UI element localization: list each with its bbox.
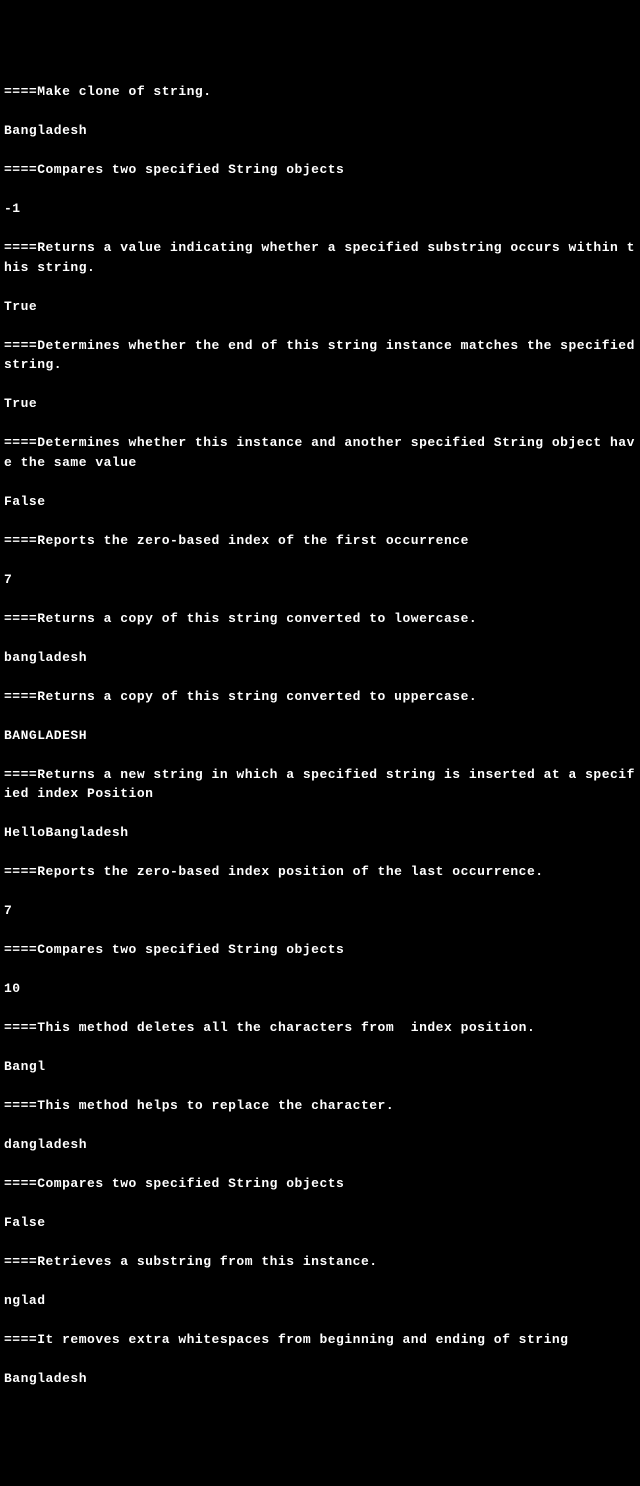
- console-line: [4, 1194, 636, 1214]
- console-output: ====Make clone of string. Bangladesh ====C…: [4, 82, 636, 1389]
- console-line: [4, 1311, 636, 1331]
- console-line: [4, 1077, 636, 1097]
- console-line: ====This method deletes all the characte…: [4, 1018, 636, 1038]
- console-line: ====Compares two specified String object…: [4, 160, 636, 180]
- console-line: [4, 316, 636, 336]
- console-line: [4, 1350, 636, 1370]
- console-line: [4, 219, 636, 239]
- console-line: ====Determines whether this instance and…: [4, 433, 636, 472]
- console-line: BANGLADESH: [4, 726, 636, 746]
- console-line: ====Reports the zero-based index of the …: [4, 531, 636, 551]
- console-line: [4, 1233, 636, 1253]
- console-line: HelloBangladesh: [4, 823, 636, 843]
- console-line: [4, 804, 636, 824]
- console-line: Bangl: [4, 1057, 636, 1077]
- console-line: [4, 1155, 636, 1175]
- console-line: [4, 960, 636, 980]
- console-line: ====This method helps to replace the cha…: [4, 1096, 636, 1116]
- console-line: ====It removes extra whitespaces from be…: [4, 1330, 636, 1350]
- console-line: [4, 882, 636, 902]
- console-line: bangladesh: [4, 648, 636, 668]
- console-line: False: [4, 492, 636, 512]
- console-line: [4, 472, 636, 492]
- console-line: -1: [4, 199, 636, 219]
- console-line: [4, 921, 636, 941]
- console-line: [4, 141, 636, 161]
- console-line: [4, 1038, 636, 1058]
- console-line: [4, 706, 636, 726]
- console-line: ====Returns a new string in which a spec…: [4, 765, 636, 804]
- console-line: ====Make clone of string.: [4, 82, 636, 102]
- console-line: [4, 277, 636, 297]
- console-line: [4, 843, 636, 863]
- console-line: nglad: [4, 1291, 636, 1311]
- console-line: [4, 628, 636, 648]
- console-line: ====Returns a copy of this string conver…: [4, 609, 636, 629]
- console-line: 7: [4, 570, 636, 590]
- console-line: 7: [4, 901, 636, 921]
- console-line: [4, 414, 636, 434]
- console-line: [4, 667, 636, 687]
- console-line: Bangladesh: [4, 1369, 636, 1389]
- console-line: ====Reports the zero-based index positio…: [4, 862, 636, 882]
- console-line: ====Returns a value indicating whether a…: [4, 238, 636, 277]
- console-line: [4, 589, 636, 609]
- console-line: 10: [4, 979, 636, 999]
- console-line: True: [4, 297, 636, 317]
- console-line: [4, 180, 636, 200]
- console-line: [4, 745, 636, 765]
- console-line: [4, 1116, 636, 1136]
- console-line: ====Retrieves a substring from this inst…: [4, 1252, 636, 1272]
- console-line: dangladesh: [4, 1135, 636, 1155]
- console-line: ====Compares two specified String object…: [4, 1174, 636, 1194]
- console-line: [4, 1272, 636, 1292]
- console-line: [4, 999, 636, 1019]
- console-line: True: [4, 394, 636, 414]
- console-line: Bangladesh: [4, 121, 636, 141]
- console-line: ====Determines whether the end of this s…: [4, 336, 636, 375]
- console-line: ====Returns a copy of this string conver…: [4, 687, 636, 707]
- console-line: [4, 102, 636, 122]
- console-line: [4, 550, 636, 570]
- console-line: False: [4, 1213, 636, 1233]
- console-line: [4, 511, 636, 531]
- console-line: ====Compares two specified String object…: [4, 940, 636, 960]
- console-line: [4, 375, 636, 395]
